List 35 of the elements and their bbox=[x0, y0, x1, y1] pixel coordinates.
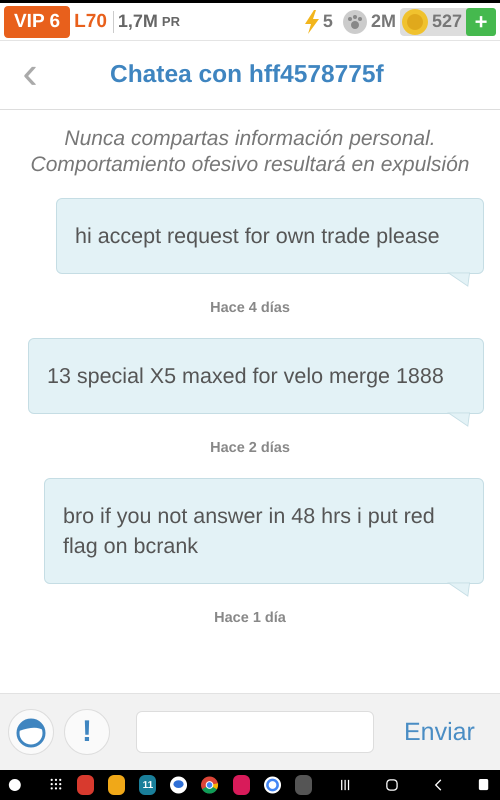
level-label: L70 bbox=[74, 10, 114, 32]
report-button[interactable]: ! bbox=[64, 709, 110, 755]
calendar-icon[interactable]: 11 bbox=[139, 775, 156, 795]
bubble-tail bbox=[447, 412, 471, 427]
folder-icon[interactable] bbox=[108, 775, 126, 795]
power-unit: PR bbox=[162, 14, 180, 29]
search-app-icon[interactable] bbox=[264, 775, 281, 795]
send-button[interactable]: Enviar bbox=[404, 718, 475, 746]
timestamp: Hace 2 días bbox=[210, 440, 290, 456]
lightning-icon bbox=[304, 10, 319, 34]
bubble-tail bbox=[447, 582, 471, 597]
paw-count: 2M bbox=[370, 11, 396, 32]
power-value: 1,7M bbox=[118, 11, 158, 32]
avatar-button[interactable] bbox=[8, 709, 54, 755]
message-input[interactable] bbox=[136, 711, 374, 753]
coin-count: 527 bbox=[432, 11, 462, 32]
coin-icon bbox=[402, 8, 428, 34]
paw-icon bbox=[342, 10, 367, 34]
bubble-tail bbox=[447, 272, 471, 287]
vip-badge: VIP 6 bbox=[4, 6, 70, 38]
timestamp: Hace 1 día bbox=[214, 610, 286, 626]
chat-app-icon[interactable] bbox=[170, 775, 188, 795]
timestamp: Hace 4 días bbox=[210, 300, 290, 316]
add-coins-button[interactable]: + bbox=[466, 8, 496, 36]
launcher-icon[interactable] bbox=[8, 777, 22, 793]
recents-icon[interactable] bbox=[340, 778, 350, 792]
back-nav-icon[interactable] bbox=[434, 778, 442, 792]
safety-notice: Nunca compartas información personal. Comportamiento ofesivo resultará en expulsión bbox=[30, 126, 470, 178]
browser-icon[interactable] bbox=[201, 775, 219, 795]
back-button[interactable]: ‹ bbox=[0, 49, 60, 95]
camera-app-icon[interactable] bbox=[232, 775, 250, 795]
energy-count: 5 bbox=[322, 11, 333, 32]
chat-title: Chatea con hff4578775f bbox=[110, 61, 384, 89]
face-icon bbox=[15, 716, 47, 748]
home-icon[interactable] bbox=[386, 778, 398, 792]
